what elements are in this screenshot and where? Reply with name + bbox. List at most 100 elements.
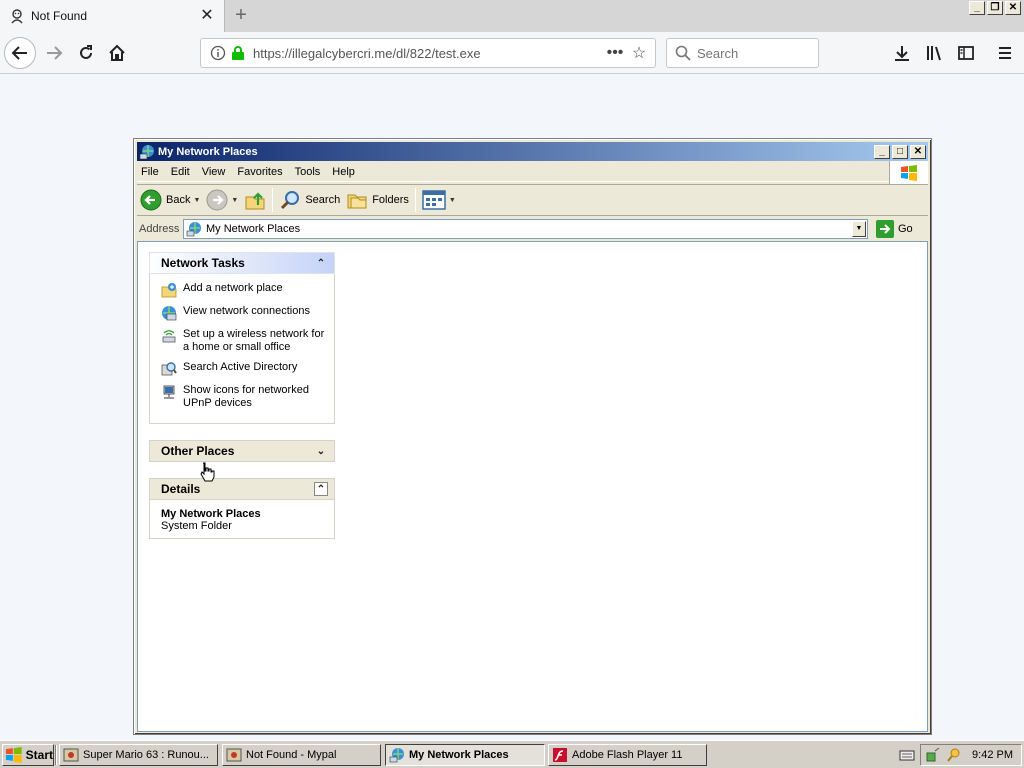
forward-dropdown-icon[interactable]: ▼ <box>231 197 238 204</box>
taskbar-button-my-network-places[interactable]: My Network Places <box>385 744 545 766</box>
search-label: Search <box>305 194 341 206</box>
search-button[interactable]: Search <box>276 186 343 214</box>
new-tab-button[interactable]: + <box>231 5 251 26</box>
library-icon <box>927 46 941 61</box>
views-button[interactable]: ▼ <box>419 186 459 214</box>
library-button[interactable] <box>920 39 948 67</box>
go-button[interactable]: Go <box>876 220 913 238</box>
back-arrow-icon <box>140 189 162 211</box>
network-places-icon <box>186 222 201 237</box>
taskbar-button-label: My Network Places <box>409 749 509 761</box>
menu-help[interactable]: Help <box>328 166 363 178</box>
task-link-label: View network connections <box>183 305 310 317</box>
details-header[interactable]: Details ⌃ <box>149 478 335 500</box>
start-button[interactable]: Start <box>2 744 54 766</box>
task-link-wireless-setup[interactable]: Set up a wireless network for a home or … <box>161 328 328 354</box>
magnifier-icon <box>281 191 300 210</box>
other-places-group: Other Places ⌄ <box>149 440 335 462</box>
taskbar-button-label: Super Mario 63 : Runou... <box>83 749 209 761</box>
back-button[interactable]: Back ▼ <box>137 186 203 214</box>
menu-bar: File Edit View Favorites Tools Help <box>137 161 928 184</box>
task-link-add-network-place[interactable]: Add a network place <box>161 282 328 298</box>
forward-arrow-icon <box>206 189 228 211</box>
tab-close-icon[interactable]: ✕ <box>200 8 214 24</box>
window-close-button[interactable]: ✕ <box>910 144 926 159</box>
search-box[interactable] <box>666 38 819 68</box>
search-input[interactable] <box>697 45 807 61</box>
expand-chevron-icon[interactable]: ⌄ <box>314 444 328 458</box>
url-text[interactable]: https://illegalcybercri.me/dl/822/test.e… <box>253 46 603 61</box>
close-button[interactable]: ✕ <box>1005 1 1021 15</box>
start-label: Start <box>25 748 53 762</box>
task-link-search-directory[interactable]: Search Active Directory <box>161 361 328 377</box>
upnp-devices-icon <box>163 385 175 399</box>
folders-label: Folders <box>372 194 409 206</box>
flash-player-icon <box>553 748 567 762</box>
hamburger-menu-icon <box>999 47 1011 59</box>
home-button[interactable] <box>103 39 131 67</box>
reload-button[interactable] <box>72 39 100 67</box>
hand-cursor-icon <box>200 462 215 482</box>
task-pane: Network Tasks ⌃ Add a network place View… <box>149 252 335 555</box>
taskbar-button-super-mario[interactable]: Super Mario 63 : Runou... <box>59 744 218 766</box>
other-places-header[interactable]: Other Places ⌄ <box>149 440 335 462</box>
details-title: Details <box>161 482 201 496</box>
network-connections-icon <box>162 306 177 321</box>
clock[interactable]: 9:42 PM <box>972 749 1013 761</box>
folders-icon <box>347 194 367 209</box>
back-dropdown-icon[interactable]: ▼ <box>193 197 200 204</box>
browser-navbar: https://illegalcybercri.me/dl/822/test.e… <box>0 32 1024 74</box>
menu-edit[interactable]: Edit <box>167 166 198 178</box>
collapse-chevron-icon[interactable]: ⌃ <box>314 256 328 270</box>
network-tray-icon[interactable] <box>926 747 942 763</box>
up-folder-button[interactable] <box>241 186 269 214</box>
sidebar-icon <box>958 46 974 60</box>
menu-favorites[interactable]: Favorites <box>233 166 290 178</box>
task-link-view-connections[interactable]: View network connections <box>161 305 328 321</box>
url-bar[interactable]: https://illegalcybercri.me/dl/822/test.e… <box>200 38 656 68</box>
task-link-label: Add a network place <box>183 282 283 294</box>
sidebar-button[interactable] <box>952 39 980 67</box>
arrow-right-icon <box>47 46 63 60</box>
browser-forward-button[interactable] <box>40 39 68 67</box>
forward-button[interactable]: ▼ <box>203 186 241 214</box>
folders-button[interactable]: Folders <box>343 186 412 214</box>
taskbar-grip <box>55 745 57 765</box>
go-label: Go <box>898 223 913 235</box>
minimize-button[interactable]: _ <box>969 1 985 15</box>
address-dropdown-button[interactable]: ▼ <box>852 221 866 237</box>
menu-view[interactable]: View <box>198 166 234 178</box>
folder-content-area[interactable]: Network Tasks ⌃ Add a network place View… <box>137 241 928 732</box>
restore-button[interactable]: ❐ <box>987 1 1003 15</box>
search-tray-icon[interactable] <box>946 747 962 763</box>
page-actions-icon[interactable]: ••• <box>603 41 627 65</box>
window-minimize-button[interactable]: _ <box>874 144 890 159</box>
info-icon[interactable] <box>209 44 227 62</box>
downloads-button[interactable] <box>888 39 916 67</box>
keyboard-icon[interactable] <box>899 748 915 762</box>
download-icon <box>895 46 909 61</box>
browser-back-button[interactable] <box>4 37 36 69</box>
menu-tools[interactable]: Tools <box>291 166 329 178</box>
menu-file[interactable]: File <box>137 166 167 178</box>
browser-window-icon <box>226 748 242 762</box>
taskbar-button-flash-player[interactable]: Adobe Flash Player 11 <box>548 744 707 766</box>
window-maximize-button[interactable]: □ <box>892 144 908 159</box>
wireless-network-icon <box>162 330 176 343</box>
system-tray: 9:42 PM <box>920 744 1022 766</box>
taskbar-button-not-found[interactable]: Not Found - Mypal <box>222 744 381 766</box>
task-link-label: Set up a wireless network for a home or … <box>183 328 325 353</box>
network-tasks-header[interactable]: Network Tasks ⌃ <box>149 252 335 274</box>
task-link-label: Show icons for networked UPnP devices <box>183 384 309 409</box>
bookmark-star-icon[interactable]: ☆ <box>627 41 651 65</box>
task-link-label: Search Active Directory <box>183 361 298 373</box>
task-link-upnp-devices[interactable]: Show icons for networked UPnP devices <box>161 384 328 410</box>
address-field[interactable]: My Network Places ▼ <box>183 219 868 239</box>
views-dropdown-icon[interactable]: ▼ <box>449 197 456 204</box>
window-titlebar[interactable]: My Network Places _ □ ✕ <box>137 142 928 161</box>
browser-tab[interactable]: Not Found ✕ <box>0 0 225 32</box>
window-title: My Network Places <box>158 145 258 158</box>
collapse-chevron-icon[interactable]: ⌃ <box>314 482 328 496</box>
menu-button[interactable] <box>991 39 1019 67</box>
address-value[interactable]: My Network Places <box>206 223 852 235</box>
